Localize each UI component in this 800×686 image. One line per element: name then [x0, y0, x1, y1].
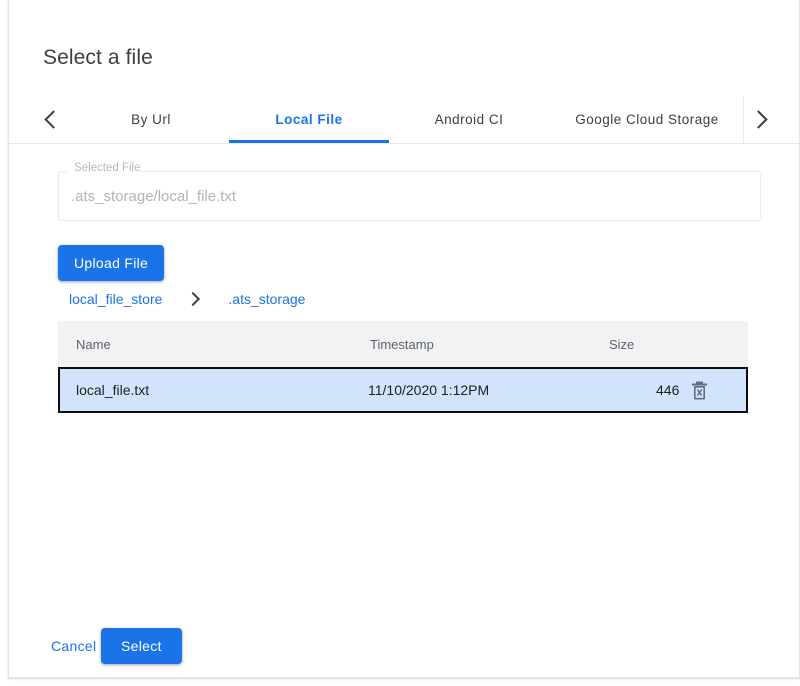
breadcrumb: local_file_store .ats_storage: [69, 290, 305, 308]
select-button[interactable]: Select: [101, 628, 182, 664]
dialog-footer: Cancel Select: [9, 620, 800, 678]
cell-file-name: local_file.txt: [76, 369, 149, 411]
column-header-name: Name: [76, 321, 111, 367]
tab-label: By Url: [131, 112, 171, 127]
column-header-size: Size: [609, 321, 634, 367]
chevron-right-icon: [749, 110, 767, 128]
delete-file-button[interactable]: [691, 369, 708, 411]
tab-google-cloud-storage[interactable]: Google Cloud Storage: [549, 96, 745, 143]
tab-label: Local File: [275, 112, 342, 127]
chevron-right-icon: [186, 292, 200, 306]
breadcrumb-item-local-file-store[interactable]: local_file_store: [69, 291, 162, 307]
cancel-button[interactable]: Cancel: [38, 628, 109, 664]
tab-label: Android CI: [435, 112, 504, 127]
cell-size: 446: [656, 369, 679, 411]
page-title: Select a file: [43, 44, 153, 72]
table-header-row: Name Timestamp Size: [58, 321, 748, 367]
chevron-left-icon: [44, 110, 62, 128]
tab-list: By Url Local File Android CI Google Clou…: [73, 96, 745, 143]
select-a-file-dialog: Select a file By Url Local File Android …: [8, 0, 800, 678]
tab-bar: By Url Local File Android CI Google Clou…: [9, 96, 800, 144]
selected-file-field[interactable]: Selected File .ats_storage/local_file.tx…: [58, 171, 761, 221]
tab-android-ci[interactable]: Android CI: [389, 96, 549, 143]
table-row[interactable]: local_file.txt 11/10/2020 1:12PM 446: [58, 367, 748, 413]
selected-file-input[interactable]: .ats_storage/local_file.txt: [71, 188, 236, 205]
tab-label: Google Cloud Storage: [575, 112, 719, 127]
cell-timestamp: 11/10/2020 1:12PM: [368, 369, 489, 411]
upload-file-button[interactable]: Upload File: [58, 245, 164, 281]
tab-local-file[interactable]: Local File: [229, 96, 389, 143]
tab-scroll-left-button[interactable]: [35, 96, 67, 143]
column-header-timestamp: Timestamp: [370, 321, 434, 367]
file-table: Name Timestamp Size local_file.txt 11/10…: [58, 321, 748, 413]
tab-scroll-right-button[interactable]: [743, 96, 776, 143]
selected-file-label: Selected File: [71, 162, 143, 174]
tab-by-url[interactable]: By Url: [73, 96, 229, 143]
trash-delete-icon: [691, 381, 708, 400]
breadcrumb-item-ats-storage[interactable]: .ats_storage: [228, 291, 305, 307]
